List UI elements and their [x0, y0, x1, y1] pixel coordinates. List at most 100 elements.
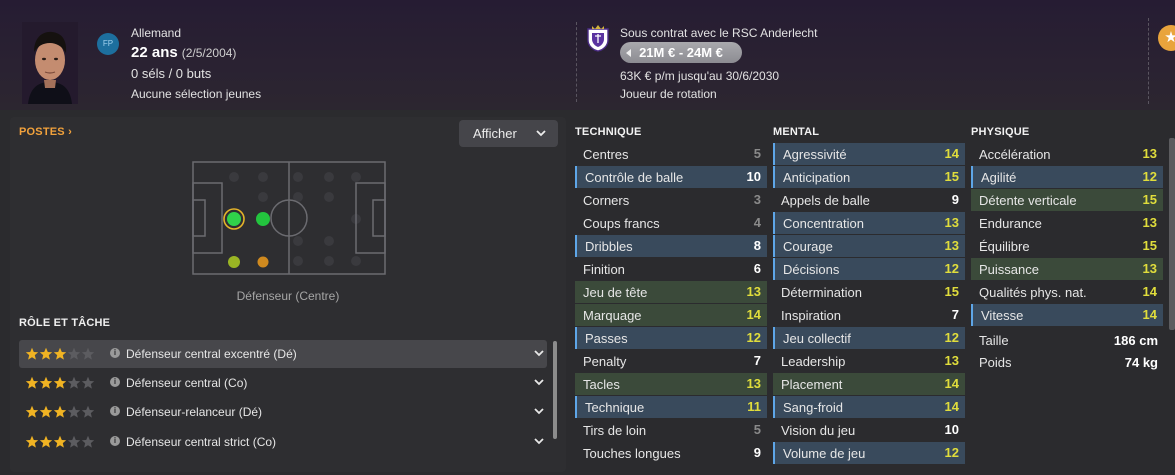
- attribute-row[interactable]: Touches longues 9: [575, 442, 767, 464]
- club-crest-icon[interactable]: [586, 24, 610, 52]
- star-icon: [67, 435, 81, 448]
- role-label: Défenseur central (Co): [126, 376, 248, 390]
- attribute-row[interactable]: Détente verticale 15: [971, 189, 1163, 211]
- attribute-row[interactable]: Tacles 13: [575, 373, 767, 395]
- role-row[interactable]: i Défenseur central excentré (Dé): [19, 340, 547, 368]
- star-icon: [81, 405, 95, 418]
- weight-value: 74 kg: [1124, 355, 1158, 370]
- info-icon[interactable]: i: [110, 436, 120, 446]
- age: 22 ans: [131, 44, 178, 61]
- attribute-row[interactable]: Accélération 13: [971, 143, 1163, 165]
- nationality[interactable]: Allemand: [131, 26, 181, 40]
- attribute-row[interactable]: Endurance 13: [971, 212, 1163, 234]
- role-row[interactable]: i Défenseur central (Co): [19, 369, 547, 397]
- position-dot-unconvincing: [257, 256, 269, 268]
- position-badge: FP: [97, 33, 119, 55]
- star-icon: [67, 376, 81, 389]
- star-icon: [39, 435, 53, 448]
- attribute-row[interactable]: Courage 13: [773, 235, 965, 257]
- role-row[interactable]: i Défenseur central strict (Co): [19, 428, 547, 456]
- star-icon: [39, 376, 53, 389]
- player-header: FP Allemand 22 ans (2/5/2004) 0 séls / 0 …: [0, 0, 1175, 110]
- role-label: Défenseur-relanceur (Dé): [126, 405, 263, 419]
- attribute-row[interactable]: Penalty 7: [575, 350, 767, 372]
- info-icon[interactable]: i: [110, 406, 120, 416]
- transfer-value: 21M € - 24M €: [639, 45, 723, 60]
- chevron-down-icon: [536, 120, 546, 158]
- star-icon: [39, 405, 53, 418]
- chevron-down-icon[interactable]: [533, 434, 545, 448]
- attribute-row[interactable]: Vitesse 14: [971, 304, 1163, 326]
- chevron-down-icon[interactable]: [533, 346, 545, 360]
- show-label: Afficher: [473, 126, 517, 141]
- positions-title[interactable]: POSTES ›: [19, 126, 72, 138]
- position-dot-natural: [227, 212, 241, 226]
- role-rating-stars: [25, 347, 95, 360]
- attributes-scrollbar[interactable]: [1169, 138, 1175, 330]
- attribute-row[interactable]: Jeu de tête 13: [575, 281, 767, 303]
- info-icon[interactable]: i: [110, 377, 120, 387]
- star-icon: [81, 435, 95, 448]
- attribute-row[interactable]: Équilibre 15: [971, 235, 1163, 257]
- attribute-row[interactable]: Agilité 12: [971, 166, 1163, 188]
- position-dot-accomplished: [228, 256, 240, 268]
- attribute-row[interactable]: Volume de jeu 12: [773, 442, 965, 464]
- age-line: 22 ans (2/5/2004): [131, 44, 236, 61]
- attribute-row[interactable]: Puissance 13: [971, 258, 1163, 280]
- attribute-row[interactable]: Tirs de loin 5: [575, 419, 767, 441]
- attribute-row[interactable]: Coups francs 4: [575, 212, 767, 234]
- role-row[interactable]: i Défenseur-relanceur (Dé): [19, 398, 547, 426]
- role-label: Défenseur central excentré (Dé): [126, 347, 297, 361]
- attribute-row[interactable]: Placement 14: [773, 373, 965, 395]
- star-icon: [53, 376, 67, 389]
- attribute-row[interactable]: Leadership 13: [773, 350, 965, 372]
- squad-status: Joueur de rotation: [620, 87, 717, 101]
- attribute-row[interactable]: Marquage 14: [575, 304, 767, 326]
- physique-title: PHYSIQUE: [971, 126, 1030, 138]
- attribute-row[interactable]: Dribbles 8: [575, 235, 767, 257]
- attribute-row[interactable]: Concentration 13: [773, 212, 965, 234]
- date-of-birth: (2/5/2004): [181, 46, 237, 60]
- attribute-row[interactable]: Passes 12: [575, 327, 767, 349]
- attribute-row[interactable]: Agressivité 14: [773, 143, 965, 165]
- show-dropdown-button[interactable]: Afficher: [459, 120, 558, 147]
- attribute-row[interactable]: Jeu collectif 12: [773, 327, 965, 349]
- star-icon: [67, 347, 81, 360]
- role-list-scrollbar[interactable]: [553, 341, 557, 439]
- star-icon: [81, 376, 95, 389]
- mental-title: MENTAL: [773, 126, 820, 138]
- chevron-down-icon[interactable]: [533, 375, 545, 389]
- attribute-row[interactable]: Appels de balle 9: [773, 189, 965, 211]
- attribute-row[interactable]: Vision du jeu 10: [773, 419, 965, 441]
- star-icon[interactable]: ★: [1158, 25, 1175, 51]
- attribute-row[interactable]: Corners 3: [575, 189, 767, 211]
- technique-title: TECHNIQUE: [575, 126, 642, 138]
- header-divider-right: [1148, 18, 1149, 104]
- header-divider: [576, 22, 577, 102]
- attribute-row[interactable]: Centres 5: [575, 143, 767, 165]
- star-icon: [25, 435, 39, 448]
- attribute-row[interactable]: Technique 11: [575, 396, 767, 418]
- info-icon[interactable]: i: [110, 348, 120, 358]
- attribute-row[interactable]: Décisions 12: [773, 258, 965, 280]
- attribute-row[interactable]: Finition 6: [575, 258, 767, 280]
- attribute-row[interactable]: Sang-froid 14: [773, 396, 965, 418]
- youth-caps: Aucune sélection jeunes: [131, 87, 262, 101]
- weight-label: Poids: [979, 355, 1012, 370]
- role-rating-stars: [25, 435, 95, 448]
- attribute-row[interactable]: Qualités phys. nat. 14: [971, 281, 1163, 303]
- player-avatar: [22, 22, 78, 104]
- contract-club[interactable]: Sous contrat avec le RSC Anderlecht: [620, 26, 817, 40]
- height-value: 186 cm: [1113, 333, 1158, 348]
- attribute-row[interactable]: Contrôle de balle 10: [575, 166, 767, 188]
- position-dot-natural: [256, 212, 270, 226]
- attribute-row[interactable]: Anticipation 15: [773, 166, 965, 188]
- star-icon: [25, 376, 39, 389]
- attribute-row[interactable]: Détermination 15: [773, 281, 965, 303]
- height-label: Taille: [979, 333, 1009, 348]
- transfer-value-pill[interactable]: 21M € - 24M €: [620, 42, 742, 63]
- star-icon: [53, 435, 67, 448]
- attribute-row[interactable]: Inspiration 7: [773, 304, 965, 326]
- chevron-down-icon[interactable]: [533, 404, 545, 418]
- role-label: Défenseur central strict (Co): [126, 435, 277, 449]
